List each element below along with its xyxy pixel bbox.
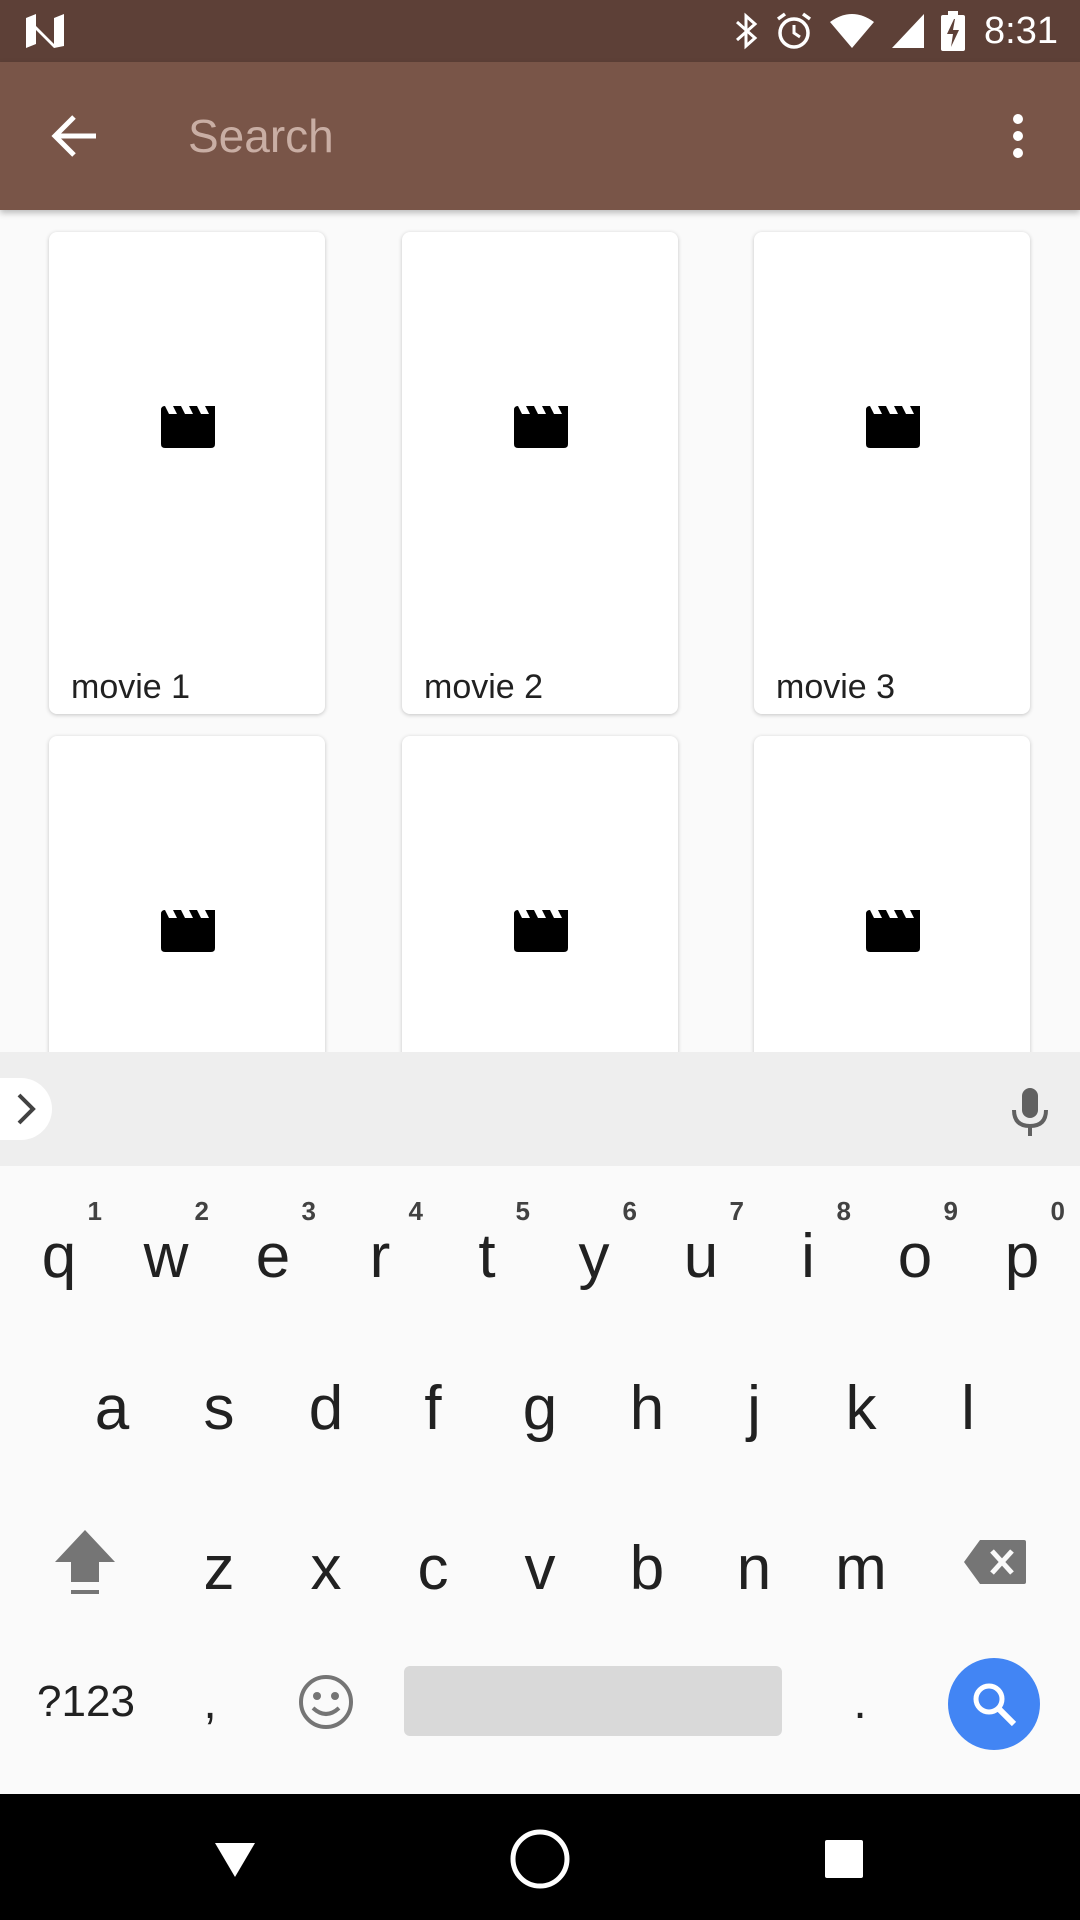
chevron-right-icon	[17, 1093, 36, 1125]
nav-back-button[interactable]	[200, 1824, 270, 1894]
comma-key[interactable]: ,	[170, 1642, 250, 1762]
movie-card[interactable]: movie 3	[754, 232, 1030, 714]
microphone-icon[interactable]	[1008, 1086, 1052, 1138]
nav-recents-button[interactable]	[809, 1824, 879, 1894]
key-j[interactable]: j	[701, 1342, 807, 1472]
movie-card[interactable]: movie 1	[49, 232, 325, 714]
key-v[interactable]: v	[487, 1502, 593, 1632]
movie-clapper-icon	[161, 406, 215, 448]
status-bar: 8:31	[0, 0, 1080, 62]
bluetooth-icon	[736, 12, 758, 50]
notification-n-icon	[26, 14, 64, 48]
movie-clapper-icon	[514, 406, 568, 448]
key-o[interactable]: 9o	[862, 1182, 968, 1312]
key-a[interactable]: a	[59, 1342, 165, 1472]
keyboard-suggestion-strip	[0, 1052, 1080, 1166]
movie-clapper-icon	[514, 910, 568, 952]
movie-card[interactable]	[754, 736, 1030, 1052]
key-k[interactable]: k	[808, 1342, 914, 1472]
movie-grid: movie 1 movie 2 movie 3	[0, 210, 1080, 1052]
search-icon	[973, 1683, 1017, 1727]
movie-title: movie 2	[424, 668, 544, 706]
movie-clapper-icon	[866, 406, 920, 448]
movie-title: movie 1	[71, 668, 191, 706]
key-q[interactable]: 1q	[6, 1182, 112, 1312]
back-arrow-icon	[51, 115, 96, 157]
movie-card[interactable]	[49, 736, 325, 1052]
nav-home-button[interactable]	[505, 1824, 575, 1894]
shift-icon	[55, 1530, 115, 1594]
wifi-icon	[830, 14, 875, 48]
key-c[interactable]: c	[380, 1502, 486, 1632]
movie-clapper-icon	[866, 910, 920, 952]
search-input[interactable]	[188, 102, 948, 170]
key-i[interactable]: 8i	[755, 1182, 861, 1312]
overflow-menu-button[interactable]	[982, 100, 1054, 172]
key-g[interactable]: g	[487, 1342, 593, 1472]
backspace-key[interactable]	[940, 1502, 1050, 1622]
movie-title: movie 3	[776, 668, 896, 706]
home-circle-icon	[510, 1829, 570, 1889]
back-button[interactable]	[30, 100, 118, 172]
period-key[interactable]: .	[810, 1642, 910, 1762]
key-p[interactable]: 0p	[969, 1182, 1075, 1312]
shift-key[interactable]	[30, 1502, 140, 1622]
key-z[interactable]: z	[166, 1502, 272, 1632]
signal-icon	[892, 14, 925, 48]
key-t[interactable]: 5t	[434, 1182, 540, 1312]
key-f[interactable]: f	[380, 1342, 486, 1472]
symbols-key[interactable]: ?123	[16, 1642, 156, 1762]
key-w[interactable]: 2w	[113, 1182, 219, 1312]
key-l[interactable]: l	[915, 1342, 1021, 1472]
key-b[interactable]: b	[594, 1502, 700, 1632]
status-time: 8:31	[984, 9, 1058, 52]
backspace-icon	[964, 1540, 1026, 1584]
battery-charging-icon	[941, 11, 966, 51]
overflow-menu-icon	[1013, 114, 1023, 158]
soft-keyboard: 1q 2w 3e 4r 5t 6y 7u 8i 9o 0p a s d f g …	[0, 1052, 1080, 1794]
keyboard-search-button[interactable]	[948, 1658, 1040, 1750]
emoji-icon	[299, 1675, 353, 1729]
movie-card[interactable]: movie 2	[402, 232, 678, 714]
key-e[interactable]: 3e	[220, 1182, 326, 1312]
key-h[interactable]: h	[594, 1342, 700, 1472]
space-key[interactable]	[404, 1666, 782, 1736]
back-triangle-icon	[215, 1843, 255, 1877]
key-d[interactable]: d	[273, 1342, 379, 1472]
keyboard-expand-button[interactable]	[0, 1078, 52, 1140]
key-m[interactable]: m	[808, 1502, 914, 1632]
key-n[interactable]: n	[701, 1502, 807, 1632]
key-x[interactable]: x	[273, 1502, 379, 1632]
key-y[interactable]: 6y	[541, 1182, 647, 1312]
alarm-icon	[777, 12, 812, 49]
recents-square-icon	[825, 1840, 863, 1878]
key-u[interactable]: 7u	[648, 1182, 754, 1312]
key-s[interactable]: s	[166, 1342, 272, 1472]
key-r[interactable]: 4r	[327, 1182, 433, 1312]
system-nav-bar	[0, 1794, 1080, 1920]
emoji-key[interactable]	[276, 1642, 376, 1762]
movie-clapper-icon	[161, 910, 215, 952]
app-bar	[0, 62, 1080, 210]
movie-card[interactable]	[402, 736, 678, 1052]
